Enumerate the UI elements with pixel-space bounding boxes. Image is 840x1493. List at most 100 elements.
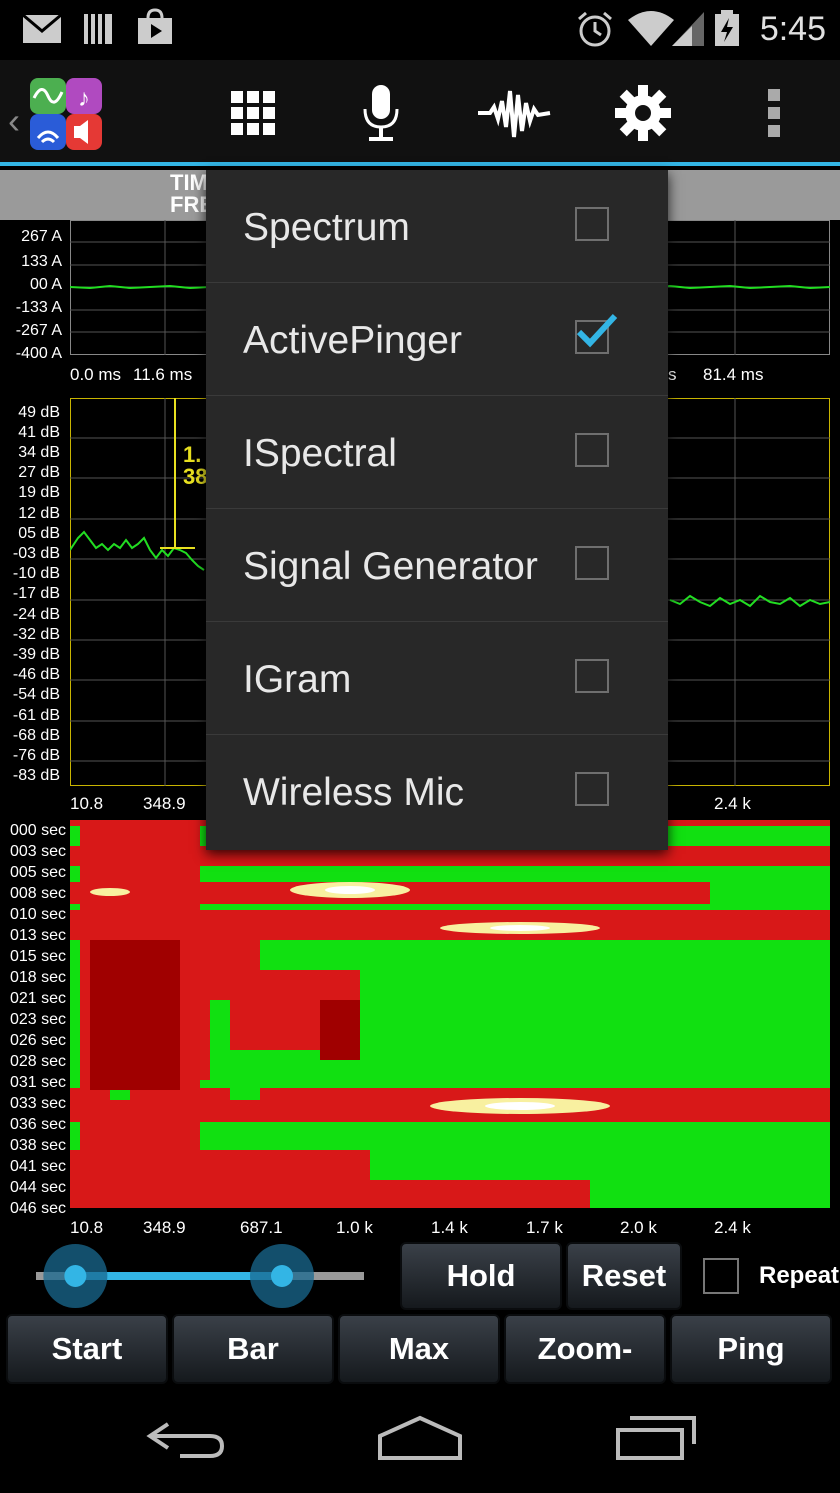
x-label: 1.7 k [526, 1218, 563, 1237]
range-slider-low-thumb[interactable] [43, 1244, 108, 1308]
checkbox[interactable] [575, 313, 618, 354]
bar-button[interactable]: Bar [172, 1314, 334, 1384]
home-button[interactable] [374, 1414, 466, 1464]
y-label: -76 dB [12, 747, 60, 764]
y-label: 267 A [21, 228, 62, 245]
checkbox[interactable] [575, 207, 609, 241]
cursor-readout-line: 38 [183, 464, 208, 489]
navigation-bar [0, 1390, 840, 1493]
repeat-label: Repeat [759, 1262, 840, 1289]
range-slider-high-thumb[interactable] [250, 1244, 314, 1308]
checkbox[interactable] [575, 433, 609, 467]
battery-icon [715, 10, 739, 46]
range-slider-graphic [36, 1244, 364, 1308]
x-label: 1.4 k [431, 1218, 468, 1237]
back-button[interactable] [140, 1414, 230, 1464]
menu-item-signal-generator[interactable]: Signal Generator [206, 509, 668, 622]
svg-text:♪: ♪ [78, 85, 90, 112]
store-icon [138, 8, 172, 44]
chevron-left-icon: ‹ [8, 100, 20, 141]
repeat-checkbox[interactable] [703, 1258, 739, 1294]
y-label: 041 sec [9, 1158, 66, 1175]
x-label: 0.0 ms [70, 365, 122, 384]
x-label: 348.9 [143, 794, 186, 813]
reset-button[interactable]: Reset [566, 1242, 682, 1310]
ping-button[interactable]: Ping [670, 1314, 832, 1384]
signal-icon [672, 12, 704, 46]
y-label: -400 A [15, 345, 62, 362]
y-label: 044 sec [9, 1179, 66, 1196]
x-label: 1.0 k [336, 1218, 373, 1237]
plot-select-menu: Spectrum ActivePinger ISpectral Signal G… [206, 170, 668, 850]
y-label: -54 dB [12, 686, 60, 703]
spectrogram: 000 sec 003 sec 005 sec 008 sec 010 sec … [0, 820, 840, 1240]
y-label: -39 dB [12, 646, 60, 663]
menu-item-spectrum[interactable]: Spectrum [206, 170, 668, 283]
x-label: 11.6 ms [133, 365, 193, 384]
y-label: 000 sec [9, 822, 66, 839]
menu-item-label: IGram [243, 658, 352, 701]
menu-item-label: ActivePinger [243, 319, 462, 362]
y-label: 34 dB [18, 444, 60, 461]
y-label: 046 sec [9, 1200, 66, 1217]
y-label: 41 dB [18, 424, 60, 441]
spectrogram-canvas [70, 820, 830, 1208]
y-label: 133 A [21, 253, 62, 270]
menu-item-wireless-mic[interactable]: Wireless Mic [206, 735, 668, 848]
max-button[interactable]: Max [338, 1314, 500, 1384]
hold-button[interactable]: Hold [400, 1242, 562, 1310]
menu-item-label: Spectrum [243, 206, 410, 249]
recent-apps-icon [616, 1416, 696, 1460]
microphone-button[interactable] [346, 78, 416, 148]
x-label: 2.4 k [714, 794, 751, 813]
grid-button[interactable] [218, 78, 288, 148]
y-label: -03 dB [12, 545, 60, 562]
menu-item-activepinger[interactable]: ActivePinger [206, 283, 668, 396]
checkbox[interactable] [575, 546, 609, 580]
menu-item-igram[interactable]: IGram [206, 622, 668, 735]
checkmark-icon [576, 313, 618, 348]
y-label: -32 dB [12, 626, 60, 643]
recent-apps-button[interactable] [612, 1414, 702, 1464]
y-label: -267 A [15, 322, 62, 339]
range-slider[interactable] [30, 1243, 370, 1309]
y-label: 12 dB [18, 505, 60, 522]
overflow-menu-button[interactable] [740, 78, 810, 148]
y-label: -61 dB [12, 707, 60, 724]
x-label: 687.1 [240, 1218, 283, 1237]
waveform-button[interactable] [474, 78, 554, 148]
y-label: 023 sec [9, 1011, 66, 1028]
zoom-out-button[interactable]: Zoom- [504, 1314, 666, 1384]
y-label: 010 sec [9, 906, 66, 923]
grid-icon [231, 91, 275, 135]
checkbox[interactable] [575, 659, 609, 693]
y-label: 013 sec [9, 927, 66, 944]
settings-icon [615, 85, 671, 141]
y-label: 27 dB [18, 464, 60, 481]
overflow-menu-icon [768, 89, 780, 137]
waveform-icon [478, 90, 551, 138]
cursor-readout-line: 1. [183, 442, 202, 467]
x-label: 348.9 [143, 1218, 186, 1237]
y-label: -24 dB [12, 606, 60, 623]
y-label: 018 sec [9, 969, 66, 986]
x-label: 81.4 ms [703, 365, 764, 384]
settings-button[interactable] [608, 78, 678, 148]
x-label: 10.8 [70, 1218, 104, 1237]
app-home-button[interactable]: ‹ ♪ [0, 78, 110, 150]
y-label: 038 sec [9, 1137, 66, 1154]
y-label: 008 sec [9, 885, 66, 902]
y-label: 015 sec [9, 948, 66, 965]
y-label: -10 dB [12, 565, 60, 582]
cursor-readout: 1. 38 [183, 444, 207, 488]
checkbox[interactable] [575, 772, 609, 806]
y-label: 031 sec [9, 1074, 66, 1091]
x-label: s [668, 365, 677, 384]
y-label: -68 dB [12, 727, 60, 744]
storage-icon [84, 14, 112, 44]
y-label: 026 sec [9, 1032, 66, 1049]
menu-item-ispectral[interactable]: ISpectral [206, 396, 668, 509]
start-button[interactable]: Start [6, 1314, 168, 1384]
menu-item-label: Signal Generator [243, 545, 538, 588]
microphone-icon [363, 85, 399, 141]
